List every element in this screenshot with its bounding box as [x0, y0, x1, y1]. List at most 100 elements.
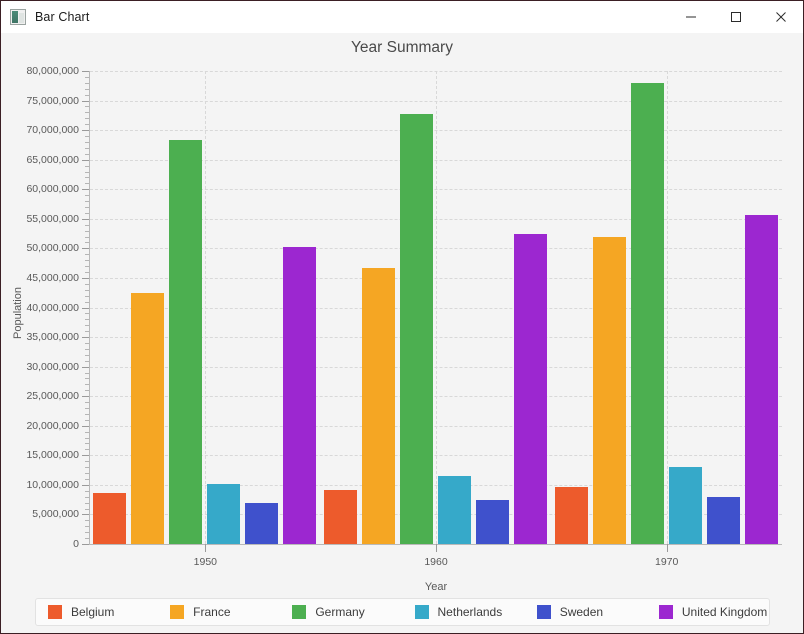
legend-label: United Kingdom — [681, 605, 768, 619]
y-axis-minor-tick — [85, 490, 89, 492]
y-axis-minor-tick — [85, 283, 89, 285]
y-axis-minor-tick — [85, 141, 89, 143]
legend-item[interactable]: France — [158, 605, 280, 619]
y-axis-minor-tick — [85, 461, 89, 463]
bar[interactable] — [744, 215, 778, 544]
y-axis-minor-tick — [85, 88, 89, 90]
bar[interactable] — [324, 489, 357, 544]
legend-swatch — [536, 605, 551, 619]
chart-title: Year Summary — [351, 39, 453, 56]
y-axis-minor-tick — [85, 124, 89, 126]
y-axis-minor-tick — [85, 496, 89, 498]
y-axis-tick-label: 60,000,000 — [26, 183, 79, 196]
y-axis-tick — [82, 189, 89, 191]
y-axis-minor-tick — [85, 354, 89, 356]
y-axis-tick — [82, 218, 89, 220]
bar[interactable] — [554, 486, 588, 544]
bar[interactable] — [362, 268, 395, 544]
y-axis-tick-label: 25,000,000 — [26, 390, 79, 403]
bar[interactable] — [630, 82, 664, 544]
bar[interactable] — [706, 496, 740, 544]
legend-label: Netherlands — [437, 605, 503, 619]
x-axis-tick-label: 1950 — [193, 556, 218, 568]
y-axis-tick-label: 65,000,000 — [26, 153, 79, 166]
y-axis-tick-label: 15,000,000 — [26, 449, 79, 462]
title-bar: Bar Chart — [1, 1, 803, 33]
y-axis-minor-tick — [85, 443, 89, 445]
bar[interactable] — [169, 140, 203, 544]
y-axis-minor-tick — [85, 136, 89, 138]
bar[interactable] — [438, 476, 471, 544]
grid-line-vertical — [666, 71, 668, 544]
y-axis-tick-label: 0 — [73, 538, 79, 550]
bar[interactable] — [668, 467, 702, 544]
bar[interactable] — [400, 114, 433, 544]
y-axis-minor-tick — [85, 538, 89, 540]
legend-item[interactable]: Netherlands — [403, 605, 525, 619]
x-axis-tick — [205, 544, 207, 552]
y-axis-minor-tick — [85, 331, 89, 333]
legend-swatch — [414, 605, 429, 619]
y-axis-minor-tick — [85, 467, 89, 469]
grid-line-vertical — [205, 71, 207, 544]
minimize-button[interactable] — [668, 1, 713, 33]
legend-item[interactable]: Germany — [280, 605, 402, 619]
y-axis-tick-label: 35,000,000 — [26, 331, 79, 344]
y-axis-minor-tick — [85, 508, 89, 510]
legend-item[interactable]: Sweden — [525, 605, 647, 619]
y-axis-minor-tick — [85, 419, 89, 421]
y-axis-minor-tick — [85, 478, 89, 480]
y-axis-minor-tick — [85, 183, 89, 185]
legend-label: Sweden — [559, 605, 604, 619]
y-axis-title: Population — [12, 287, 24, 339]
bar[interactable] — [592, 237, 626, 544]
y-axis-minor-tick — [85, 76, 89, 78]
x-axis-title: Year — [424, 581, 448, 593]
legend-label: Belgium — [71, 605, 115, 619]
bar[interactable] — [283, 247, 317, 544]
y-axis-minor-tick — [85, 532, 89, 534]
y-axis-tick-label: 50,000,000 — [26, 242, 79, 255]
y-axis-minor-tick — [85, 408, 89, 409]
y-axis-tick — [82, 455, 89, 457]
y-axis-minor-tick — [85, 413, 89, 415]
close-button[interactable] — [758, 1, 803, 33]
y-axis-tick — [82, 307, 89, 309]
bar[interactable] — [131, 292, 165, 544]
bar-chart-app-icon — [10, 9, 26, 25]
y-axis-minor-tick — [85, 201, 89, 203]
y-axis-minor-tick — [85, 402, 89, 404]
chart-legend: Belgium France Germany Netherlands Sweden Uni… — [35, 598, 770, 626]
y-axis-tick — [82, 425, 89, 427]
y-axis-minor-tick — [85, 520, 89, 522]
y-axis-tick-label: 70,000,000 — [26, 124, 79, 137]
y-axis-minor-tick — [85, 372, 89, 374]
bar[interactable] — [207, 483, 241, 544]
y-axis-minor-tick — [85, 378, 89, 380]
bar[interactable] — [514, 234, 547, 544]
legend-item[interactable]: United Kingdom — [647, 605, 769, 619]
legend-swatch — [292, 605, 307, 619]
y-axis-tick — [82, 159, 89, 161]
bar[interactable] — [245, 502, 279, 544]
y-axis-tick — [82, 366, 89, 368]
grid-line-vertical — [436, 71, 437, 544]
x-axis-tick — [436, 544, 437, 552]
y-axis-minor-tick — [85, 449, 89, 451]
y-axis-minor-tick — [85, 502, 89, 504]
legend-item[interactable]: Belgium — [36, 605, 158, 619]
y-axis-line — [89, 71, 90, 544]
y-axis-minor-tick — [85, 313, 89, 315]
y-axis-tick — [82, 514, 89, 516]
y-axis-minor-tick — [85, 266, 89, 268]
y-axis-tick — [82, 71, 89, 72]
legend-swatch — [658, 605, 673, 619]
maximize-button[interactable] — [713, 1, 758, 33]
y-axis-minor-tick — [85, 526, 89, 528]
bar[interactable] — [476, 499, 509, 544]
legend-label: France — [193, 605, 231, 619]
y-axis-minor-tick — [85, 195, 89, 197]
y-axis-minor-tick — [85, 272, 89, 274]
y-axis-tick — [82, 100, 89, 102]
bar[interactable] — [93, 492, 127, 544]
